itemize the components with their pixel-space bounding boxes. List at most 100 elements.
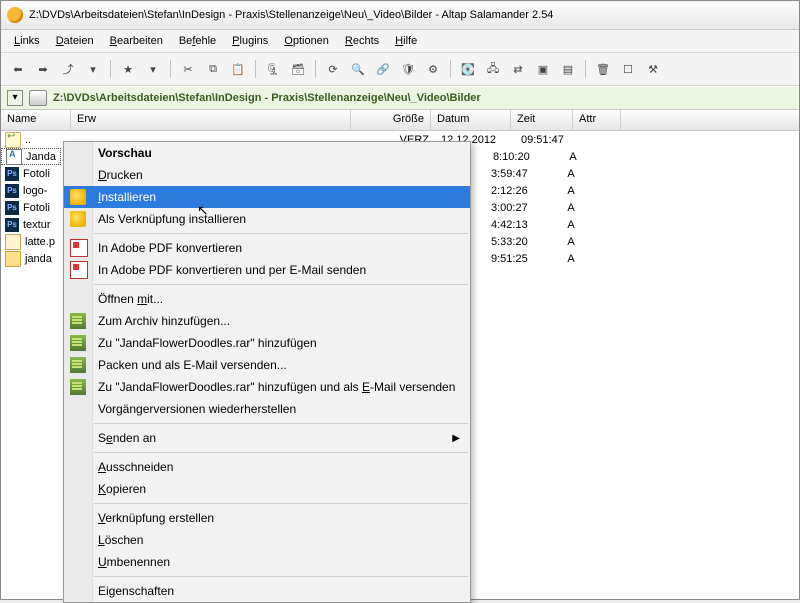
nav-up-icon[interactable]: ⤴ bbox=[57, 58, 79, 80]
ctx-umbenennen[interactable]: Umbenennen bbox=[64, 551, 470, 573]
rar-icon bbox=[70, 357, 86, 373]
net-icon[interactable]: 🖧 bbox=[482, 58, 504, 80]
shield-icon bbox=[70, 211, 86, 227]
file-name: Janda bbox=[26, 151, 56, 163]
ctx-pdf-konvertieren[interactable]: In Adobe PDF konvertieren bbox=[64, 237, 470, 259]
perms-icon[interactable]: 🛡 bbox=[397, 58, 419, 80]
app-window: Z:\DVDs\Arbeitsdateien\Stefan\InDesign -… bbox=[0, 0, 800, 600]
menu-links[interactable]: Links bbox=[7, 33, 47, 49]
col-ext[interactable]: Erw bbox=[71, 110, 351, 130]
psd-file-icon: Ps bbox=[5, 201, 19, 215]
ctx-loeschen[interactable]: Löschen bbox=[64, 529, 470, 551]
rar-icon bbox=[70, 313, 86, 329]
file-time: 8:10:20 bbox=[487, 151, 549, 163]
file-time: 3:59:47 bbox=[485, 168, 547, 180]
drive-icon[interactable]: 💽 bbox=[457, 58, 479, 80]
rar-icon bbox=[70, 335, 86, 351]
hotpath-icon[interactable]: ★ bbox=[117, 58, 139, 80]
menu-optionen[interactable]: Optionen bbox=[277, 33, 336, 49]
ctx-vorschau[interactable]: Vorschau bbox=[64, 142, 470, 164]
ctx-vorgaenger[interactable]: Vorgängerversionen wiederherstellen bbox=[64, 398, 470, 420]
pdf-icon bbox=[70, 261, 88, 279]
file-name: Fotoli bbox=[23, 168, 50, 180]
menu-dateien[interactable]: Dateien bbox=[49, 33, 101, 49]
menu-bar: Links Dateien Bearbeiten Befehle Plugins… bbox=[1, 30, 799, 53]
file-name: Fotoli bbox=[23, 202, 50, 214]
col-time[interactable]: Zeit bbox=[511, 110, 573, 130]
copy-icon[interactable]: ⧉ bbox=[202, 58, 224, 80]
search-icon[interactable]: 🔍 bbox=[347, 58, 369, 80]
col-attr[interactable]: Attr bbox=[573, 110, 621, 130]
filter-icon[interactable]: ▤ bbox=[557, 58, 579, 80]
ctx-eigenschaften[interactable]: Eigenschaften bbox=[64, 580, 470, 602]
ctx-zu-rar-mail[interactable]: Zu "JandaFlowerDoodles.rar" hinzufügen u… bbox=[64, 376, 470, 398]
share-icon[interactable]: ⇄ bbox=[507, 58, 529, 80]
path-text[interactable]: Z:\DVDs\Arbeitsdateien\Stefan\InDesign -… bbox=[53, 92, 481, 104]
updir-icon bbox=[5, 132, 21, 148]
tree-toggle-icon[interactable]: ▾ bbox=[7, 90, 23, 106]
file-name: textur bbox=[23, 219, 51, 231]
file-name: logo- bbox=[23, 185, 47, 197]
ctx-packen-mail[interactable]: Packen und als E-Mail versenden... bbox=[64, 354, 470, 376]
drive-z-icon[interactable] bbox=[29, 90, 47, 106]
nav-back-icon[interactable]: ⬅ bbox=[7, 58, 29, 80]
submenu-arrow-icon: ▶ bbox=[452, 433, 460, 444]
col-date[interactable]: Datum bbox=[431, 110, 511, 130]
ctx-oeffnen-mit[interactable]: Öffnen mit... bbox=[64, 288, 470, 310]
psd-file-icon: Ps bbox=[5, 184, 19, 198]
col-name[interactable]: Name bbox=[1, 110, 71, 130]
menu-bearbeiten[interactable]: Bearbeiten bbox=[103, 33, 170, 49]
refresh-icon[interactable]: ⟳ bbox=[322, 58, 344, 80]
file-attr: A bbox=[547, 236, 595, 248]
cut-icon[interactable]: ✂ bbox=[177, 58, 199, 80]
file-time: 5:33:20 bbox=[485, 236, 547, 248]
history-icon[interactable]: ▾ bbox=[82, 58, 104, 80]
window-title: Z:\DVDs\Arbeitsdateien\Stefan\InDesign -… bbox=[29, 9, 793, 21]
ctx-zu-rar[interactable]: Zu "JandaFlowerDoodles.rar" hinzufügen bbox=[64, 332, 470, 354]
menu-hilfe[interactable]: Hilfe bbox=[388, 33, 424, 49]
options-icon[interactable]: ⚒ bbox=[642, 58, 664, 80]
nav-fwd-icon[interactable]: ➡ bbox=[32, 58, 54, 80]
file-attr: A bbox=[547, 185, 595, 197]
props-icon[interactable]: ⚙ bbox=[422, 58, 444, 80]
file-time: 4:42:13 bbox=[485, 219, 547, 231]
cmd-icon[interactable]: ▣ bbox=[532, 58, 554, 80]
toolbar-sep bbox=[585, 60, 586, 78]
rar-icon bbox=[70, 379, 86, 395]
ctx-drucken[interactable]: Drucken bbox=[64, 164, 470, 186]
ctx-als-verknuepfung[interactable]: Als Verknüpfung installieren bbox=[64, 208, 470, 230]
file-attr: A bbox=[547, 219, 595, 231]
file-time: 9:51:25 bbox=[485, 253, 547, 265]
updir-label: .. bbox=[25, 134, 31, 146]
menu-befehle[interactable]: Befehle bbox=[172, 33, 223, 49]
title-bar[interactable]: Z:\DVDs\Arbeitsdateien\Stefan\InDesign -… bbox=[1, 1, 799, 30]
ctx-installieren[interactable]: Installieren bbox=[64, 186, 470, 208]
ctx-verknuepfung[interactable]: Verknüpfung erstellen bbox=[64, 507, 470, 529]
psd-file-icon: Ps bbox=[5, 218, 19, 232]
delete-icon[interactable]: 🗑 bbox=[592, 58, 614, 80]
context-menu: Vorschau Drucken Installieren Als Verknü… bbox=[63, 141, 471, 603]
ctx-kopieren[interactable]: Kopieren bbox=[64, 478, 470, 500]
menu-rechts[interactable]: Rechts bbox=[338, 33, 386, 49]
hotpath-menu-icon[interactable]: ▾ bbox=[142, 58, 164, 80]
toolbar-sep bbox=[315, 60, 316, 78]
ctx-separator bbox=[94, 233, 468, 234]
ctx-separator bbox=[94, 284, 468, 285]
new-icon[interactable]: ☐ bbox=[617, 58, 639, 80]
paste-icon[interactable]: 📋 bbox=[227, 58, 249, 80]
ctx-ausschneiden[interactable]: Ausschneiden bbox=[64, 456, 470, 478]
column-headers[interactable]: Name Erw Größe Datum Zeit Attr bbox=[1, 110, 799, 131]
link-icon[interactable]: 🔗 bbox=[372, 58, 394, 80]
path-bar[interactable]: ▾ Z:\DVDs\Arbeitsdateien\Stefan\InDesign… bbox=[1, 86, 799, 110]
ctx-pdf-mail[interactable]: In Adobe PDF konvertieren und per E-Mail… bbox=[64, 259, 470, 281]
ctx-zum-archiv[interactable]: Zum Archiv hinzufügen... bbox=[64, 310, 470, 332]
unpack-icon[interactable]: 🗃 bbox=[287, 58, 309, 80]
ctx-senden-an[interactable]: Senden an▶ bbox=[64, 427, 470, 449]
ctx-separator bbox=[94, 503, 468, 504]
col-size[interactable]: Größe bbox=[351, 110, 431, 130]
pdf-icon bbox=[70, 239, 88, 257]
menu-plugins[interactable]: Plugins bbox=[225, 33, 275, 49]
file-time: 3:00:27 bbox=[485, 202, 547, 214]
file-name: janda bbox=[25, 253, 52, 265]
pack-icon[interactable]: 🗜 bbox=[262, 58, 284, 80]
